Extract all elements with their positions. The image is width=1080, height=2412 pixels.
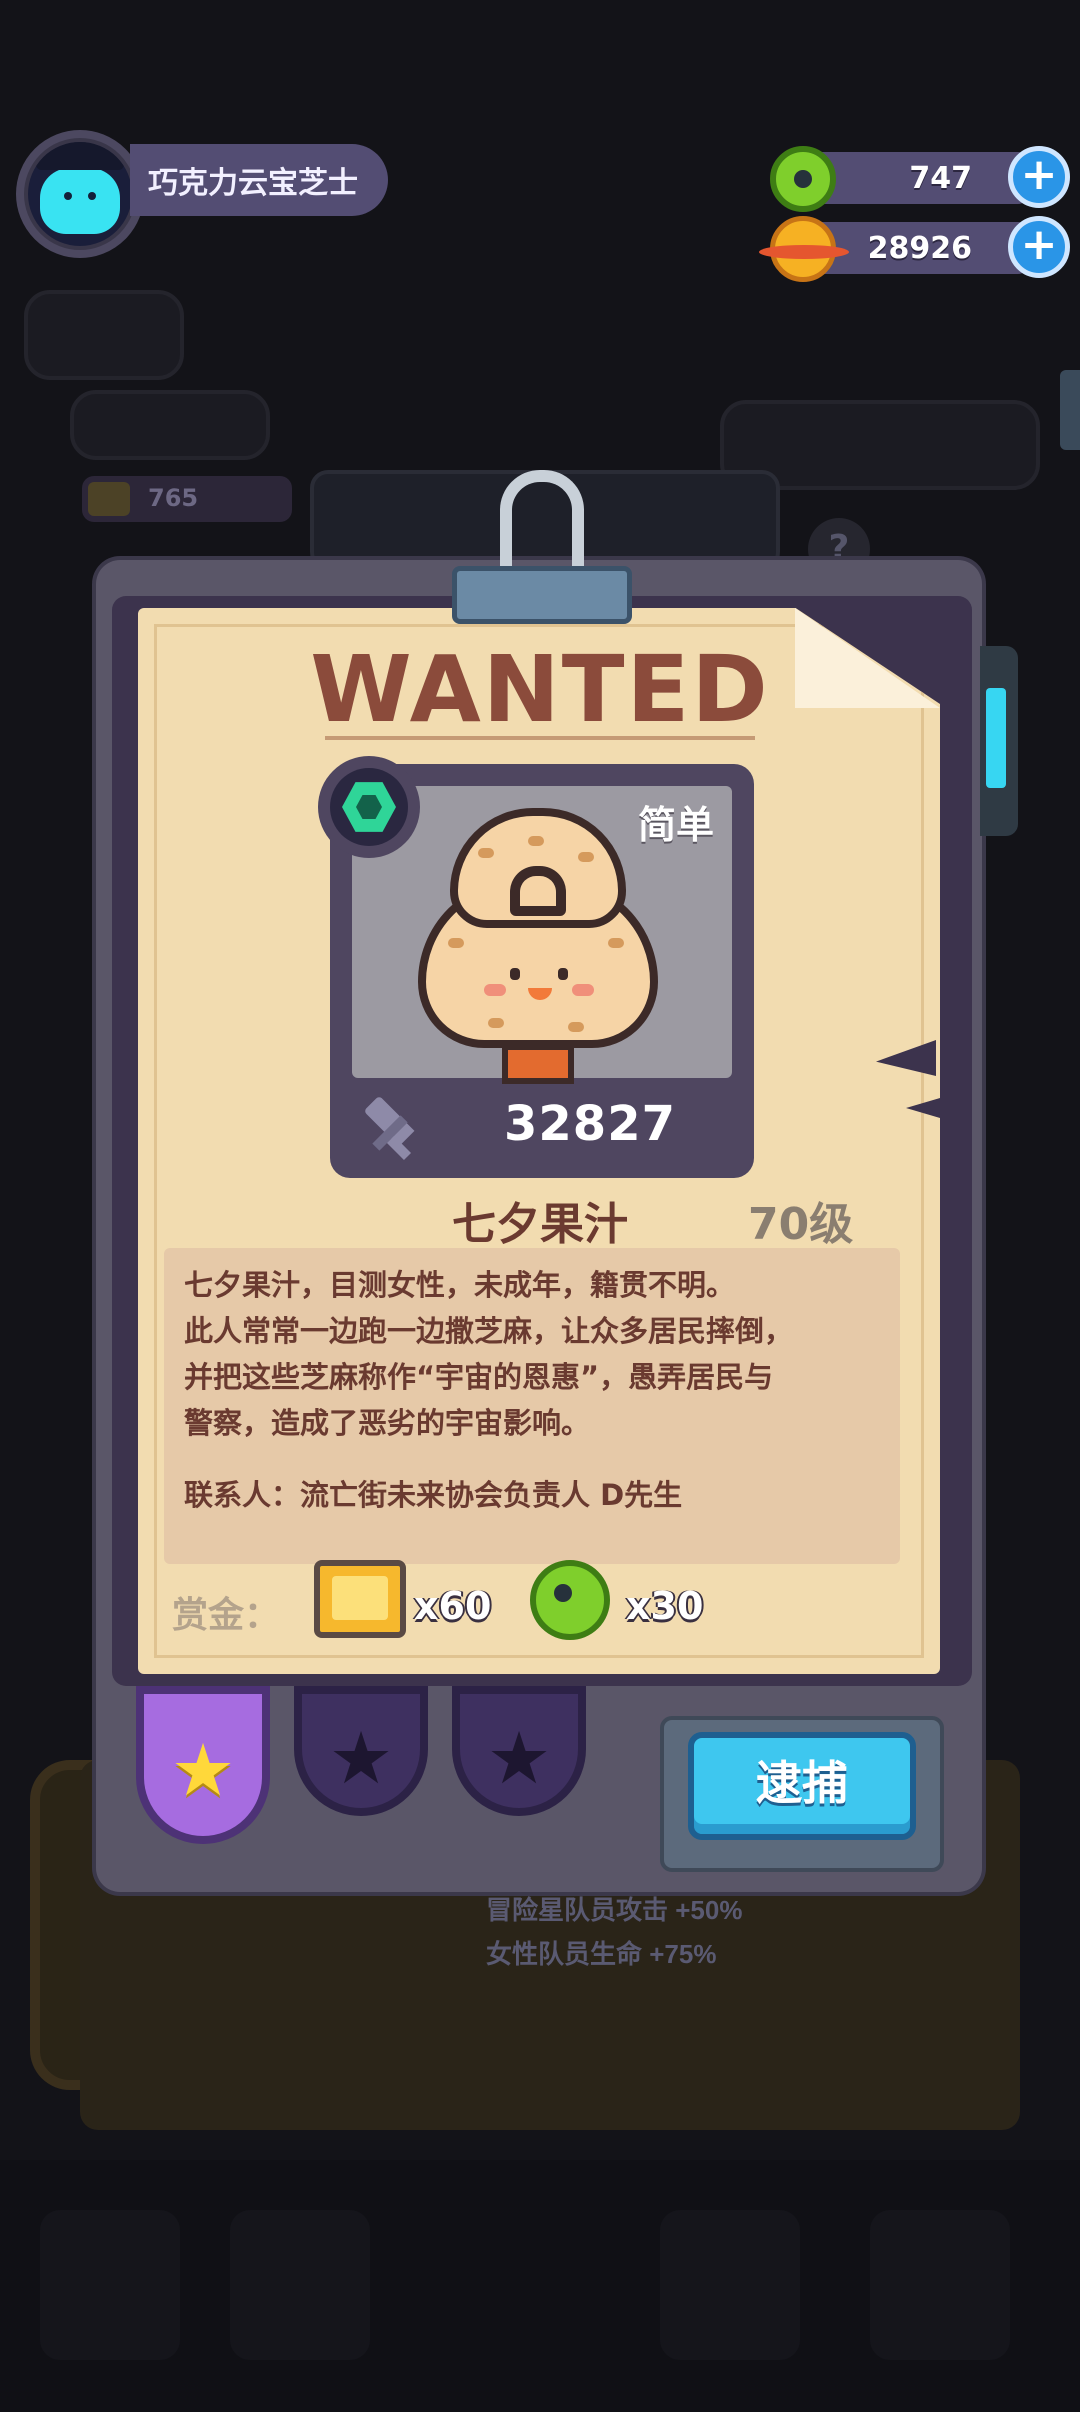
donut-icon (530, 1560, 610, 1640)
rarity-badge (318, 756, 420, 858)
description-line: 并把这些芝麻称作“宇宙的恩惠”，愚弄居民与 (184, 1360, 774, 1394)
star-tab-1[interactable]: ★ (136, 1686, 270, 1844)
description-line: 警察，造成了恶劣的宇宙影响。 (184, 1406, 591, 1440)
nav-item (870, 2210, 1010, 2360)
player-name: 巧克力云宝芝士 (148, 166, 358, 201)
binder-clip-icon (452, 470, 632, 630)
avatar[interactable] (28, 142, 132, 246)
background-buff: 冒险星队员攻击 +50% (486, 1895, 743, 1925)
hat-icon (36, 142, 124, 170)
player-name-plate[interactable]: 巧克力云宝芝士 (130, 144, 388, 216)
character-portrait (418, 808, 658, 1084)
target-level: 70级 (748, 1199, 854, 1250)
background-nav (0, 2160, 1080, 2412)
add-donut-button[interactable]: + (1008, 146, 1070, 208)
reward-label: 赏金： (172, 1595, 281, 1636)
cat-face-icon (40, 168, 120, 234)
share-icon (1060, 370, 1080, 450)
background-buff: 女性队员生命 +75% (486, 1939, 717, 1969)
star-tab-2[interactable]: ★ (294, 1686, 428, 1816)
arrest-button[interactable]: 逮捕 (688, 1732, 916, 1840)
resource-value: 747 (909, 161, 972, 196)
star-icon: ★ (170, 1728, 236, 1812)
star-tab-3[interactable]: ★ (452, 1686, 586, 1816)
add-coin-button[interactable]: + (1008, 216, 1070, 278)
description-line: 七夕果汁，目测女性，未成年，籍贯不明。 (184, 1268, 736, 1302)
star-icon: ★ (328, 1716, 394, 1800)
eye (64, 192, 72, 200)
resource-value: 28926 (867, 231, 972, 266)
nav-item (660, 2210, 800, 2360)
target-name: 七夕果汁 (452, 1199, 628, 1250)
combat-power: 32827 (504, 1096, 676, 1152)
donut-icon (770, 146, 836, 212)
description-line: 此人常常一边跑一边撒芝麻，让众多居民摔倒， (184, 1314, 794, 1348)
difficulty-label: 简单 (638, 803, 715, 847)
header-underline (325, 736, 755, 740)
background-panel (24, 290, 184, 380)
star-icon: ★ (486, 1716, 552, 1800)
reward-qty: x60 (414, 1584, 492, 1628)
ticket-icon (88, 482, 130, 516)
wanted-header: WANTED (310, 636, 770, 743)
background-panel (70, 390, 270, 460)
description-box: 七夕果汁，目测女性，未成年，籍贯不明。 此人常常一边跑一边撒芝麻，让众多居民摔倒… (164, 1248, 900, 1564)
nav-item (40, 2210, 180, 2360)
reward-qty: x30 (626, 1584, 704, 1628)
planet-coin-icon (759, 216, 849, 282)
sword-icon (354, 1092, 426, 1164)
contact-line: 联系人：流亡街未来协会负责人 D先生 (184, 1478, 683, 1512)
nav-item (230, 2210, 370, 2360)
background-stat: 765 (82, 476, 292, 522)
eye (88, 192, 96, 200)
background-stat-value: 765 (148, 484, 199, 512)
treasure-box-icon (314, 1560, 406, 1638)
